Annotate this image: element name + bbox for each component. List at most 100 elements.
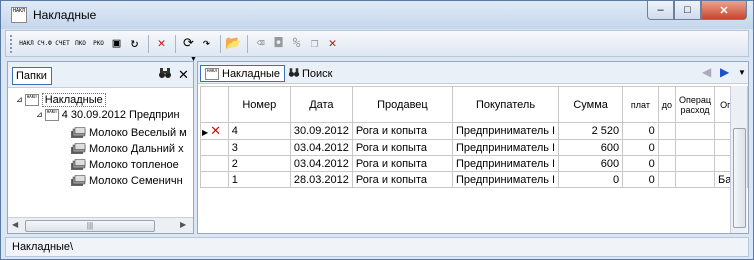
table-cell[interactable]	[674, 122, 716, 140]
tree-root[interactable]: ⊿ НАКЛ Накладные	[16, 92, 106, 107]
table-row[interactable]: 2 03.04.2012 Рога и копыта Предприниматель …	[200, 155, 748, 172]
percent-icon[interactable]: %	[288, 34, 305, 54]
scrollbar-thumb[interactable]: |||	[25, 220, 155, 232]
row-indicator[interactable]	[200, 155, 229, 172]
table-cell[interactable]: Предприниматель I	[451, 122, 560, 140]
table-cell[interactable]: Рога и копыта	[351, 171, 453, 188]
tab-invoices[interactable]: НАКЛ Накладные	[200, 65, 286, 82]
table-cell[interactable]: 30.09.2012	[289, 122, 353, 140]
column-header[interactable]: Номер	[227, 86, 291, 123]
invoice-icon: НАКЛ	[205, 67, 219, 80]
close-button[interactable]: ✕	[701, 1, 747, 20]
table-cell[interactable]: 03.04.2012	[289, 155, 353, 172]
tree-item[interactable]: Молоко Дальний х	[70, 141, 184, 156]
maximize-button[interactable]: □	[674, 1, 701, 20]
cash-out-icon[interactable]: РКО	[90, 34, 107, 54]
collapse-icon[interactable]: ⊿	[36, 110, 43, 119]
row-indicator[interactable]	[200, 171, 229, 188]
folder-icon[interactable]: 📂	[225, 34, 242, 54]
bill-icon[interactable]: СЧЕТ	[54, 34, 71, 54]
redo-icon[interactable]: ↷	[198, 34, 215, 54]
tabs-menu-icon[interactable]: ▼	[738, 68, 746, 77]
sync-icon[interactable]: ⟳	[180, 34, 197, 54]
next-tab-icon[interactable]: ▶	[720, 65, 729, 79]
table-cell[interactable]: Предприниматель I	[451, 171, 560, 188]
scroll-right-icon[interactable]: ▶	[180, 220, 186, 229]
invoice-sf-icon[interactable]: СЧ.Ф	[36, 34, 53, 54]
table-cell[interactable]: Предприниматель I	[451, 139, 560, 156]
table-cell[interactable]: 28.03.2012	[289, 171, 353, 188]
report-icon[interactable]: ▣	[108, 34, 125, 54]
prev-tab-icon[interactable]: ◀	[702, 65, 711, 79]
table-cell[interactable]	[674, 139, 716, 156]
column-header[interactable]: Сумма	[558, 86, 624, 123]
collapse-icon[interactable]: ⊿	[16, 95, 23, 104]
eraser-icon[interactable]: ⌫	[252, 34, 269, 54]
table-cell[interactable]: 0	[622, 122, 659, 140]
cash-in-icon[interactable]: ПКО	[72, 34, 89, 54]
table-cell[interactable]: 1	[227, 171, 291, 188]
close-panel-icon[interactable]: ✕	[178, 67, 189, 83]
refresh-icon[interactable]: ↻	[126, 34, 143, 54]
column-header[interactable]	[200, 86, 229, 123]
table-cell[interactable]: 0	[622, 171, 659, 188]
table-cell[interactable]: Предприниматель I	[451, 155, 560, 172]
column-header[interactable]: Покупатель	[451, 86, 560, 123]
column-header[interactable]: плат	[622, 86, 659, 123]
scrollbar-thumb[interactable]	[733, 128, 746, 228]
toolbar-grip[interactable]	[10, 34, 14, 53]
horizontal-scrollbar[interactable]: ◀ ||| ▶	[8, 217, 193, 233]
column-header[interactable]: Операц расход	[674, 86, 716, 123]
tree-item[interactable]: Молоко Семеничн	[70, 173, 183, 188]
table-cell[interactable]	[674, 171, 716, 188]
table-cell[interactable]	[657, 155, 677, 172]
table-cell[interactable]: 2 520	[558, 122, 624, 140]
table-row[interactable]: ▶ ✕ 4 30.09.2012 Рога и копыта Предпринимател…	[200, 122, 748, 140]
table-cell[interactable]: 03.04.2012	[289, 139, 353, 156]
table-cell[interactable]: 600	[558, 155, 624, 172]
copy-icon[interactable]: ❐	[306, 34, 323, 54]
minimize-button[interactable]: –	[647, 1, 674, 20]
tree-item[interactable]: Молоко топленое	[70, 157, 179, 172]
table-cell[interactable]: 0	[622, 139, 659, 156]
table-cell[interactable]	[657, 139, 677, 156]
table-cell[interactable]: Рога и копыта	[351, 139, 453, 156]
table-cell[interactable]: 3	[227, 139, 291, 156]
stamp-icon[interactable]: ◘	[270, 34, 287, 54]
table-cell[interactable]	[657, 171, 677, 188]
table-cell[interactable]: Рога и копыта	[351, 155, 453, 172]
table-cell[interactable]: 600	[558, 139, 624, 156]
document-stack-icon	[71, 142, 86, 154]
title-bar[interactable]: НАКЛ Накладные – □ ✕	[1, 1, 753, 29]
remove-icon[interactable]: ✕	[324, 34, 341, 54]
table-cell[interactable]: 0	[622, 155, 659, 172]
tab-search[interactable]: Поиск	[284, 65, 336, 82]
invoices-table: Номер Дата Продавец Покупатель Сумма плат до Оп…	[200, 86, 748, 188]
tree-root-label: Накладные	[41, 92, 106, 107]
column-header[interactable]: Продавец	[351, 86, 453, 123]
binoculars-icon[interactable]	[158, 67, 172, 82]
current-row-icon: ▶	[202, 128, 209, 137]
row-indicator[interactable]: ▶ ✕	[200, 122, 229, 140]
row-indicator[interactable]	[200, 139, 229, 156]
table-row[interactable]: 3 03.04.2012 Рога и копыта Предприниматель …	[200, 139, 748, 156]
window-title: Накладные	[33, 8, 97, 22]
column-header[interactable]: до	[657, 86, 677, 123]
table-cell[interactable]: Рога и копыта	[351, 122, 453, 140]
table-cell[interactable]	[674, 155, 716, 172]
tree-doc[interactable]: ⊿ НАКЛ 4 30.09.2012 Предприн	[36, 107, 180, 122]
scroll-left-icon[interactable]: ◀	[12, 220, 18, 229]
column-header[interactable]: Дата	[289, 86, 353, 123]
tree-item-label: Молоко Семеничн	[89, 174, 183, 187]
vertical-scrollbar[interactable]	[730, 86, 747, 233]
table-cell[interactable]: 2	[227, 155, 291, 172]
tree-item[interactable]: Молоко Веселый м	[70, 125, 187, 140]
table-cell[interactable]: 4	[227, 122, 291, 140]
invoice-icon[interactable]: НАКЛ	[18, 34, 35, 54]
table-row[interactable]: 1 28.03.2012 Рога и копыта Предприниматель …	[200, 171, 748, 188]
delete-icon[interactable]: ✕	[153, 34, 170, 54]
document-stack-icon	[71, 174, 86, 186]
table-cell[interactable]	[657, 122, 677, 140]
table-cell[interactable]: 0	[558, 171, 624, 188]
tab-folders[interactable]: Папки	[12, 67, 52, 85]
